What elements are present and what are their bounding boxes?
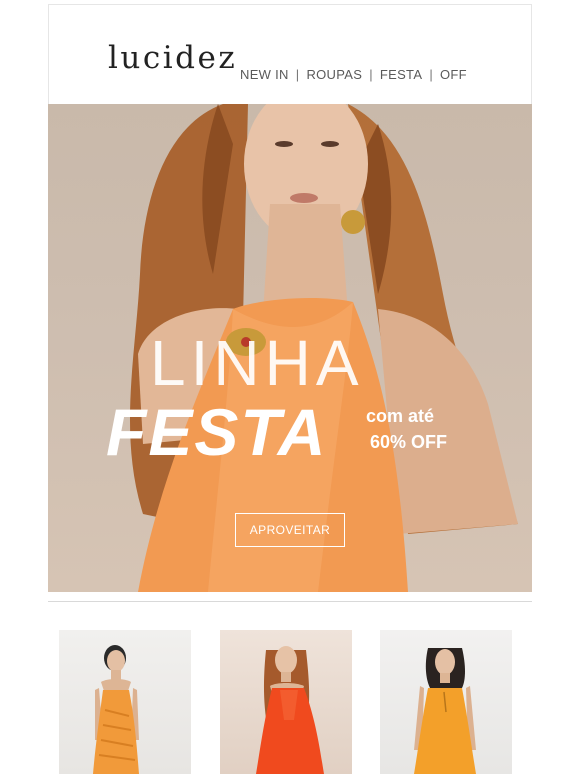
hero-title-linha: LINHA [150, 327, 364, 399]
hero-title-festa: FESTA [106, 395, 328, 469]
product-image [414, 648, 476, 774]
product-card[interactable] [220, 630, 352, 774]
nav-item-roupas[interactable]: ROUPAS [306, 67, 362, 82]
brand-logo[interactable]: lucidez [108, 40, 237, 76]
nav-separator: | [295, 67, 300, 82]
product-image [256, 646, 324, 774]
aproveitar-button[interactable]: APROVEITAR [235, 513, 345, 547]
hero-subtitle-com-ate: com até [366, 406, 435, 426]
top-nav: NEW IN | ROUPAS | FESTA | OFF [240, 67, 467, 82]
email-header: lucidez NEW IN | ROUPAS | FESTA | OFF [48, 4, 532, 104]
product-card[interactable] [59, 630, 191, 774]
hero-subtitle-discount: 60% OFF [370, 432, 448, 452]
hero-banner[interactable]: LINHA FESTA com até 60% OFF APROVEITAR [48, 104, 532, 592]
nav-separator: | [429, 67, 433, 82]
nav-separator: | [369, 67, 373, 82]
product-card[interactable] [380, 630, 512, 774]
product-image [93, 645, 139, 774]
nav-item-off[interactable]: OFF [440, 67, 467, 82]
nav-item-new-in[interactable]: NEW IN [240, 67, 289, 82]
nav-item-festa[interactable]: FESTA [380, 67, 422, 82]
section-divider [48, 601, 532, 602]
